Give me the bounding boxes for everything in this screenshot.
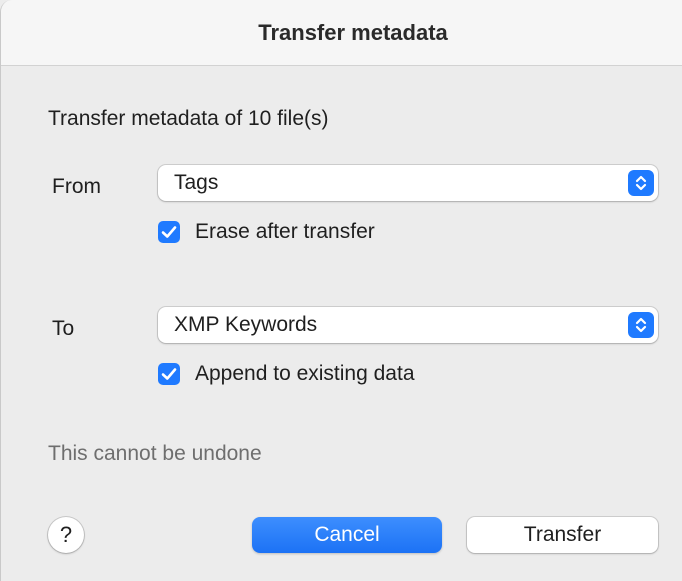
- from-select[interactable]: Tags: [158, 165, 658, 201]
- from-select-value: Tags: [174, 171, 219, 194]
- append-existing-data-label: Append to existing data: [195, 362, 415, 385]
- to-label: To: [52, 317, 75, 340]
- from-label: From: [52, 175, 101, 198]
- transfer-metadata-dialog: Transfer metadata Transfer metadata of 1…: [0, 0, 682, 581]
- append-existing-data-checkbox[interactable]: [158, 363, 180, 385]
- to-select-value: XMP Keywords: [174, 313, 318, 336]
- erase-after-transfer-checkbox[interactable]: [158, 221, 180, 243]
- warning-text: This cannot be undone: [48, 442, 262, 465]
- dialog-title: Transfer metadata: [258, 19, 448, 45]
- checkmark-icon: [161, 226, 177, 238]
- transfer-button[interactable]: Transfer: [467, 517, 658, 553]
- chevron-up-down-icon: [628, 170, 654, 196]
- checkmark-icon: [161, 368, 177, 380]
- chevron-up-down-icon: [628, 312, 654, 338]
- to-select[interactable]: XMP Keywords: [158, 307, 658, 343]
- erase-after-transfer-label: Erase after transfer: [195, 220, 375, 243]
- help-button[interactable]: ?: [48, 517, 84, 553]
- description-text: Transfer metadata of 10 file(s): [48, 107, 329, 130]
- append-existing-data-row[interactable]: Append to existing data: [158, 362, 415, 386]
- cancel-button[interactable]: Cancel: [252, 517, 442, 553]
- erase-after-transfer-row[interactable]: Erase after transfer: [158, 220, 375, 244]
- title-bar: Transfer metadata: [1, 0, 682, 66]
